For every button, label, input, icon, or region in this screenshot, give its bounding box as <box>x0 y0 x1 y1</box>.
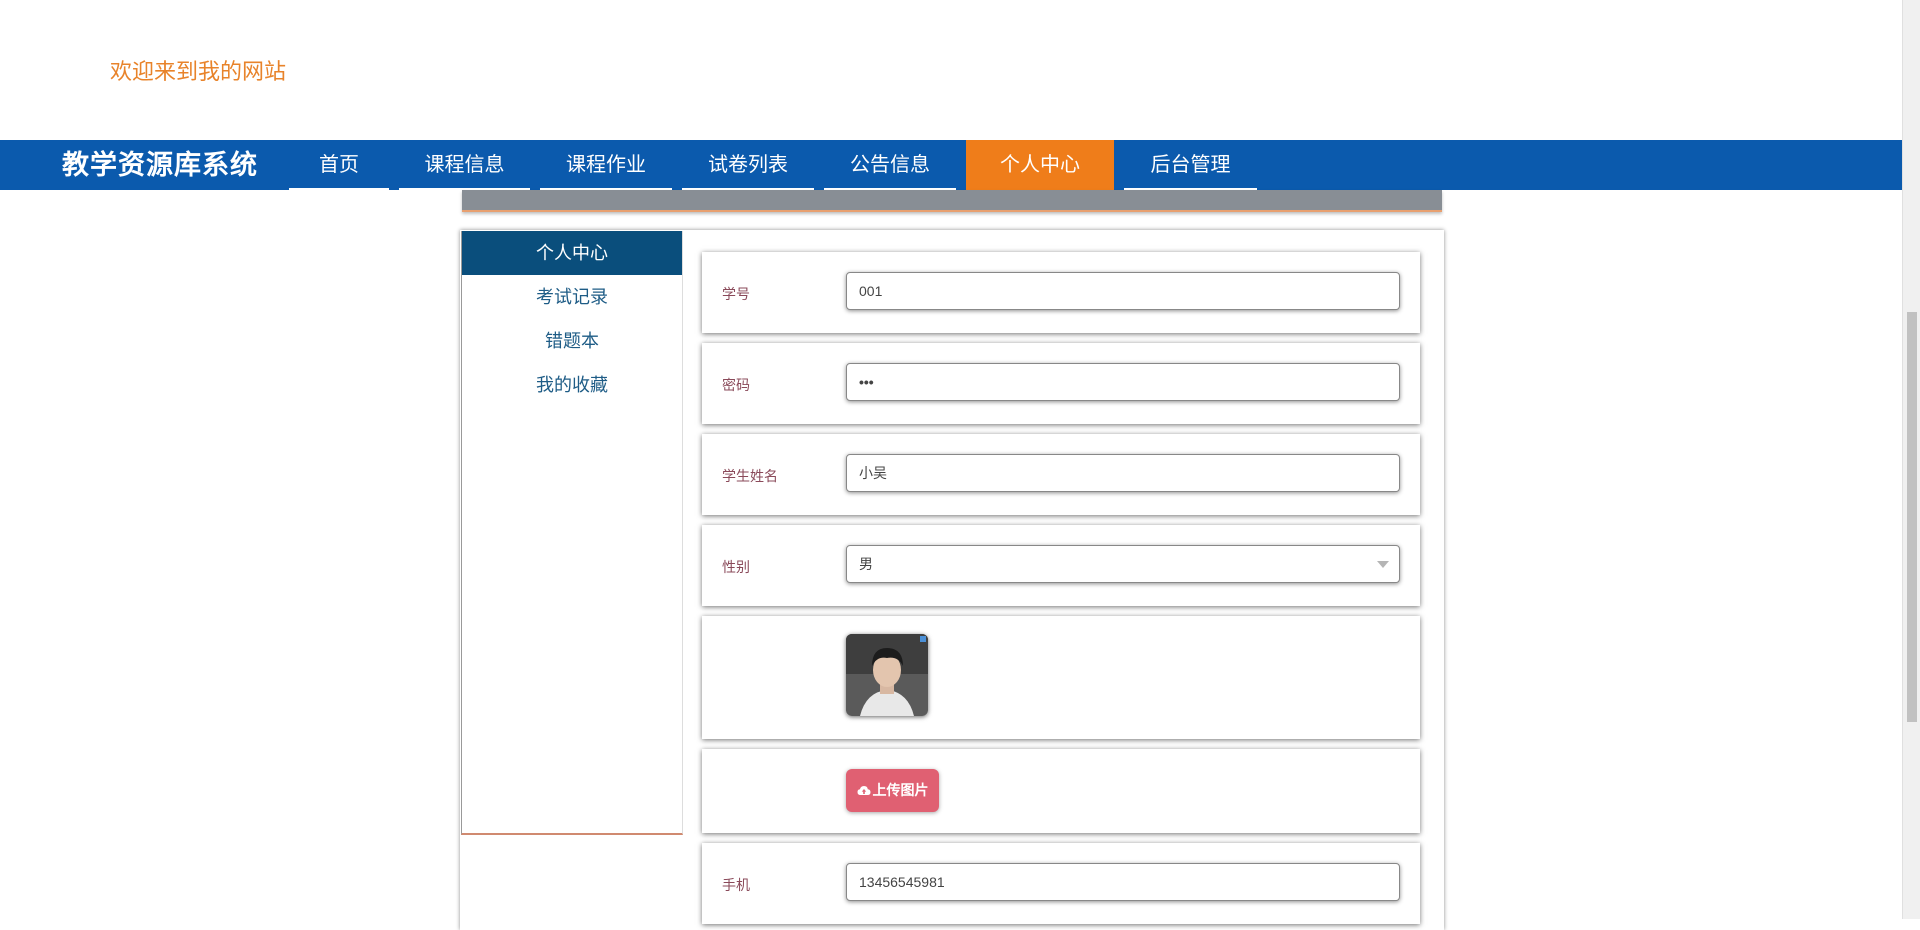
password-label: 密码 <box>722 377 750 393</box>
nav-item-admin[interactable]: 后台管理 <box>1124 140 1257 190</box>
welcome-text: 欢迎来到我的网站 <box>110 59 287 84</box>
nav-item-course-info[interactable]: 课程信息 <box>399 140 530 190</box>
sidebar-item-personal-center[interactable]: 个人中心 <box>462 231 682 275</box>
upload-image-button[interactable]: 上传图片 <box>846 769 939 812</box>
sidebar-item-exam-records[interactable]: 考试记录 <box>462 275 682 319</box>
page-scrollbar[interactable] <box>1902 0 1920 919</box>
form-row-phone: 手机 13456545981 <box>702 843 1420 924</box>
avatar-portrait-icon <box>846 634 928 716</box>
student-id-input[interactable]: 001 <box>846 272 1400 310</box>
form-row-student-name: 学生姓名 小吴 <box>702 434 1420 515</box>
nav-item-exam-list[interactable]: 试卷列表 <box>682 140 814 190</box>
avatar <box>846 634 928 716</box>
cloud-upload-icon <box>857 786 870 795</box>
site-brand[interactable]: 教学资源库系统 <box>62 140 258 190</box>
student-name-label: 学生姓名 <box>722 468 778 484</box>
student-id-label: 学号 <box>722 286 750 302</box>
upload-button-label: 上传图片 <box>872 782 929 798</box>
phone-label: 手机 <box>722 877 750 893</box>
gender-label: 性别 <box>722 559 750 575</box>
gender-selected-value: 男 <box>859 556 873 572</box>
sidebar: 个人中心 考试记录 错题本 我的收藏 <box>461 231 683 835</box>
phone-input[interactable]: 13456545981 <box>846 863 1400 901</box>
nav-item-home[interactable]: 首页 <box>289 140 389 190</box>
nav-item-personal-center[interactable]: 个人中心 <box>966 140 1114 190</box>
form-row-gender: 性别 男 <box>702 525 1420 606</box>
sidebar-item-favorites[interactable]: 我的收藏 <box>462 363 682 407</box>
banner-strip <box>462 190 1442 212</box>
gender-select[interactable]: 男 <box>846 545 1400 583</box>
form-row-password: 密码 ••• <box>702 343 1420 424</box>
password-input[interactable]: ••• <box>846 363 1400 401</box>
form-row-avatar <box>702 616 1420 739</box>
student-name-input[interactable]: 小吴 <box>846 454 1400 492</box>
form-row-student-id: 学号 001 <box>702 252 1420 333</box>
chevron-down-icon <box>1377 561 1389 568</box>
sidebar-item-wrong-questions[interactable]: 错题本 <box>462 319 682 363</box>
main-navbar: 教学资源库系统 首页 课程信息 课程作业 试卷列表 公告信息 个人中心 后台管理 <box>0 140 1902 190</box>
nav-item-announcements[interactable]: 公告信息 <box>824 140 956 190</box>
scrollbar-thumb[interactable] <box>1907 312 1917 722</box>
form-row-upload: 上传图片 <box>702 749 1420 833</box>
nav-item-course-homework[interactable]: 课程作业 <box>540 140 672 190</box>
